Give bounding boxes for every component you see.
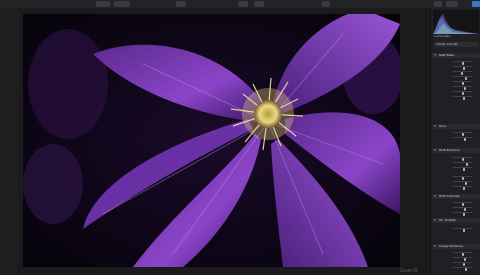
- chevron-down-icon: [434, 245, 436, 247]
- section-tone[interactable]: Tone: [432, 124, 480, 129]
- section-label: HDR Enhance: [439, 148, 460, 152]
- histogram-graph: [433, 14, 479, 34]
- toolbar-button[interactable]: [254, 1, 264, 7]
- section-label: RAW Basic: [439, 53, 455, 57]
- slider-row[interactable]: [433, 165, 479, 171]
- slider-row[interactable]: [433, 184, 479, 190]
- zoom-status[interactable]: Zoom Fit: [400, 268, 418, 273]
- slider-row[interactable]: [433, 94, 479, 100]
- chevron-down-icon: [434, 219, 436, 221]
- section-hdr-contrast[interactable]: HDR Contrast: [432, 194, 480, 199]
- toolbar-button[interactable]: [446, 1, 458, 7]
- slider-row[interactable]: [433, 210, 479, 216]
- slider-row[interactable]: [433, 265, 479, 271]
- toolbar-button[interactable]: [238, 1, 248, 7]
- section-label: Image Radiance: [439, 244, 464, 248]
- preset-select[interactable]: Clarity Low NL: [434, 42, 478, 47]
- toolbar-button[interactable]: [114, 1, 130, 7]
- histogram-label: Luminosity: [434, 34, 451, 38]
- chevron-down-icon: [434, 125, 436, 127]
- histogram: [433, 10, 479, 34]
- clematis-flower-image: [23, 14, 400, 267]
- section-tonality[interactable]: Gt. Tonality: [432, 218, 480, 223]
- chevron-down-icon: [434, 149, 436, 151]
- toolbar-button[interactable]: [96, 1, 110, 7]
- adjustments-panel: Luminosity Clarity Low NL RAW Basic Tone…: [430, 8, 480, 275]
- section-label: Gt. Tonality: [439, 218, 456, 222]
- toolbar-button[interactable]: [176, 1, 186, 7]
- toolbar-button[interactable]: [434, 1, 442, 7]
- section-label: Tone: [439, 124, 446, 128]
- export-button[interactable]: [472, 1, 480, 7]
- section-raw-basic[interactable]: RAW Basic: [432, 53, 480, 58]
- section-label: HDR Contrast: [439, 194, 460, 198]
- section-hdr-enhance[interactable]: HDR Enhance: [432, 148, 480, 153]
- toolbar-button[interactable]: [322, 1, 330, 7]
- slider-row[interactable]: [433, 135, 479, 141]
- slider-row[interactable]: [433, 226, 479, 232]
- photo-preview[interactable]: [23, 14, 400, 267]
- left-tool-strip: [0, 8, 18, 275]
- chevron-down-icon: [434, 54, 436, 56]
- section-image-radiance[interactable]: Image Radiance: [432, 244, 480, 249]
- chevron-down-icon: [434, 195, 436, 197]
